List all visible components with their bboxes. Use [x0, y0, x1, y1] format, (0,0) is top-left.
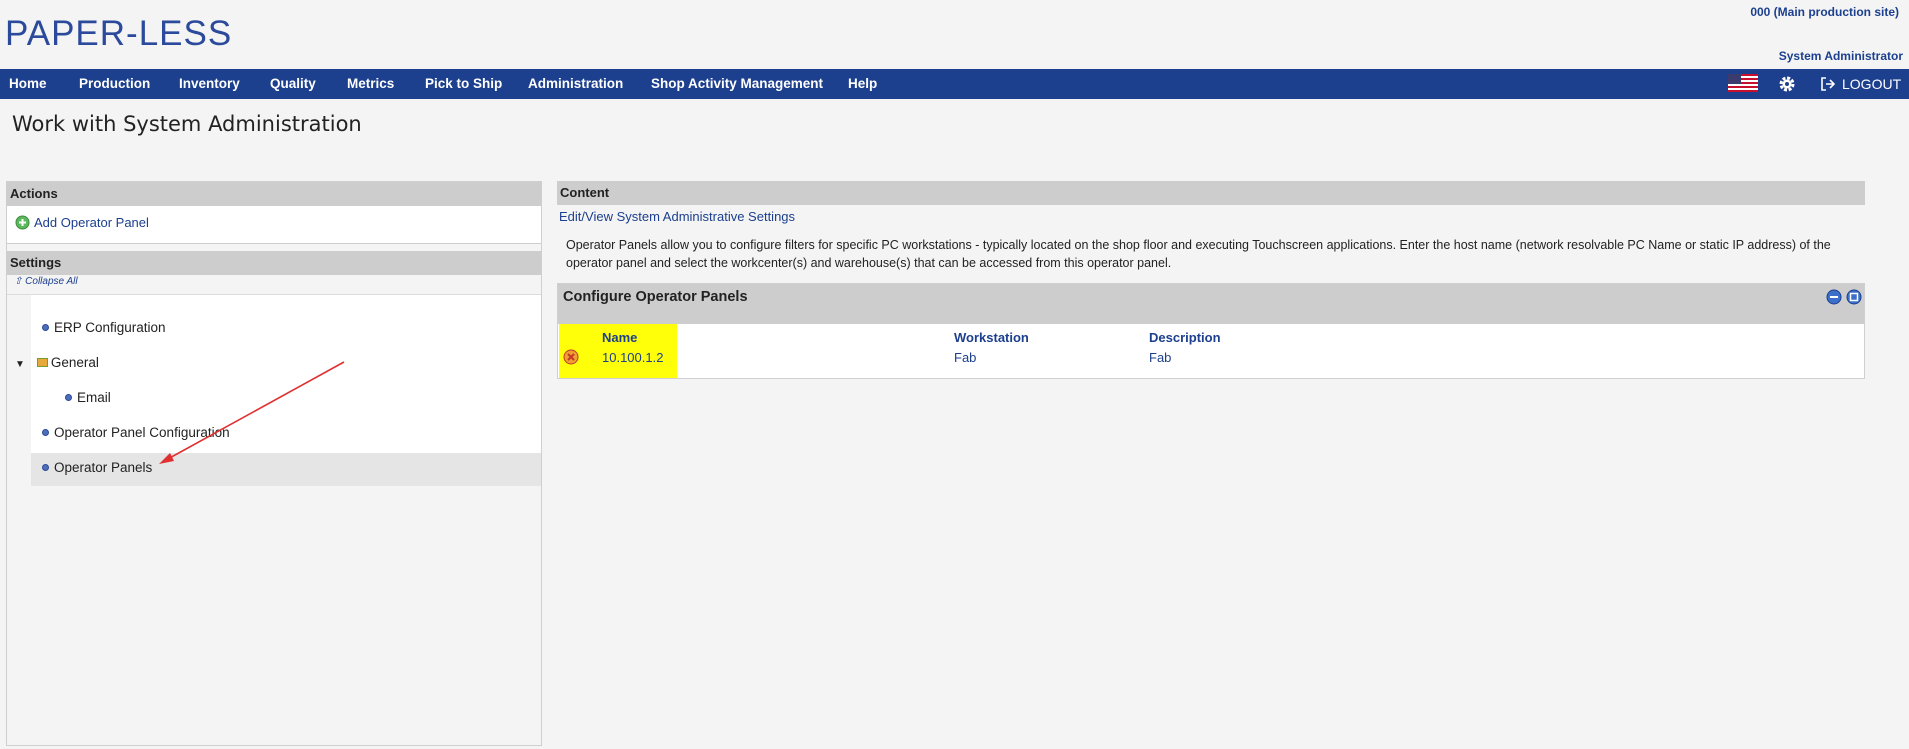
- logout-icon: [1821, 77, 1836, 91]
- tree-item-label: Email: [77, 390, 111, 405]
- settings-tree: ERP Configuration ▼ General Email Operato…: [7, 294, 541, 487]
- content-description: Operator Panels allow you to configure f…: [566, 238, 1831, 270]
- add-operator-panel-link[interactable]: Add Operator Panel: [15, 215, 149, 230]
- app-logo[interactable]: PAPER-LESS: [5, 14, 232, 54]
- nav-pick-to-ship[interactable]: Pick to Ship: [425, 69, 502, 99]
- logout-label: LOGOUT: [1842, 76, 1902, 92]
- bullet-icon: [42, 324, 49, 331]
- tree-item-general[interactable]: ▼ General: [15, 355, 99, 370]
- main-nav: Home Production Inventory Quality Metric…: [0, 69, 1909, 99]
- tree-item-operator-panel-configuration[interactable]: Operator Panel Configuration: [42, 425, 230, 440]
- tree-item-label: General: [50, 355, 99, 370]
- column-header-name[interactable]: Name: [602, 330, 637, 345]
- bullet-icon: [42, 429, 49, 436]
- nav-shop-activity-management[interactable]: Shop Activity Management: [651, 69, 823, 99]
- nav-metrics[interactable]: Metrics: [347, 69, 394, 99]
- page-title: Work with System Administration: [12, 112, 362, 136]
- row-workstation: Fab: [954, 350, 977, 365]
- nav-quality[interactable]: Quality: [270, 69, 316, 99]
- bullet-icon: [65, 394, 72, 401]
- add-operator-panel-label: Add Operator Panel: [34, 215, 149, 230]
- tree-item-email[interactable]: Email: [65, 390, 111, 405]
- collapse-icon: ⇧: [14, 276, 23, 287]
- nav-home[interactable]: Home: [9, 69, 47, 99]
- column-header-description[interactable]: Description: [1149, 330, 1221, 345]
- collapse-all-label: Collapse All: [25, 276, 78, 287]
- tree-item-label: Operator Panels: [54, 460, 153, 475]
- site-selector[interactable]: 000 (Main production site): [1750, 5, 1899, 19]
- grid-title: Configure Operator Panels: [563, 289, 748, 305]
- nav-administration[interactable]: Administration: [528, 69, 623, 99]
- nav-production[interactable]: Production: [79, 69, 150, 99]
- row-name[interactable]: 10.100.1.2: [602, 350, 663, 365]
- delete-icon[interactable]: [563, 349, 579, 365]
- tree-gutter: [7, 295, 31, 487]
- maximize-icon[interactable]: [1846, 289, 1862, 305]
- us-flag-icon[interactable]: [1728, 74, 1758, 92]
- column-header-workstation[interactable]: Workstation: [954, 330, 1029, 345]
- bullet-icon: [42, 464, 49, 471]
- logout-button[interactable]: LOGOUT: [1820, 69, 1901, 99]
- left-panel: Actions Add Operator Panel Settings ⇧ Co…: [6, 181, 542, 746]
- tree-item-erp-configuration[interactable]: ERP Configuration: [42, 320, 166, 335]
- edit-settings-link[interactable]: Edit/View System Administrative Settings: [559, 209, 795, 224]
- nav-help[interactable]: Help: [848, 69, 877, 99]
- grid-header: Configure Operator Panels: [558, 284, 1864, 324]
- tree-item-operator-panels[interactable]: Operator Panels: [42, 460, 152, 475]
- gear-icon[interactable]: [1777, 74, 1797, 94]
- actions-heading: Actions: [7, 182, 541, 206]
- tree-item-label: Operator Panel Configuration: [54, 425, 230, 440]
- collapse-all-link[interactable]: ⇧ Collapse All: [14, 276, 78, 287]
- folder-icon: [36, 358, 48, 367]
- nav-inventory[interactable]: Inventory: [179, 69, 240, 99]
- settings-heading: Settings: [7, 251, 541, 275]
- expand-triangle-icon[interactable]: ▼: [15, 359, 25, 370]
- actions-body: Add Operator Panel: [7, 206, 541, 244]
- operator-panels-grid: Configure Operator Panels Name Workstati…: [557, 283, 1865, 379]
- app-header: PAPER-LESS 000 (Main production site) Sy…: [0, 0, 1909, 69]
- add-icon: [15, 215, 30, 230]
- minimize-icon[interactable]: [1826, 289, 1842, 305]
- row-description: Fab: [1149, 350, 1172, 365]
- content-heading: Content: [557, 181, 1865, 205]
- tree-item-label: ERP Configuration: [54, 320, 166, 335]
- user-name: System Administrator: [1778, 49, 1903, 63]
